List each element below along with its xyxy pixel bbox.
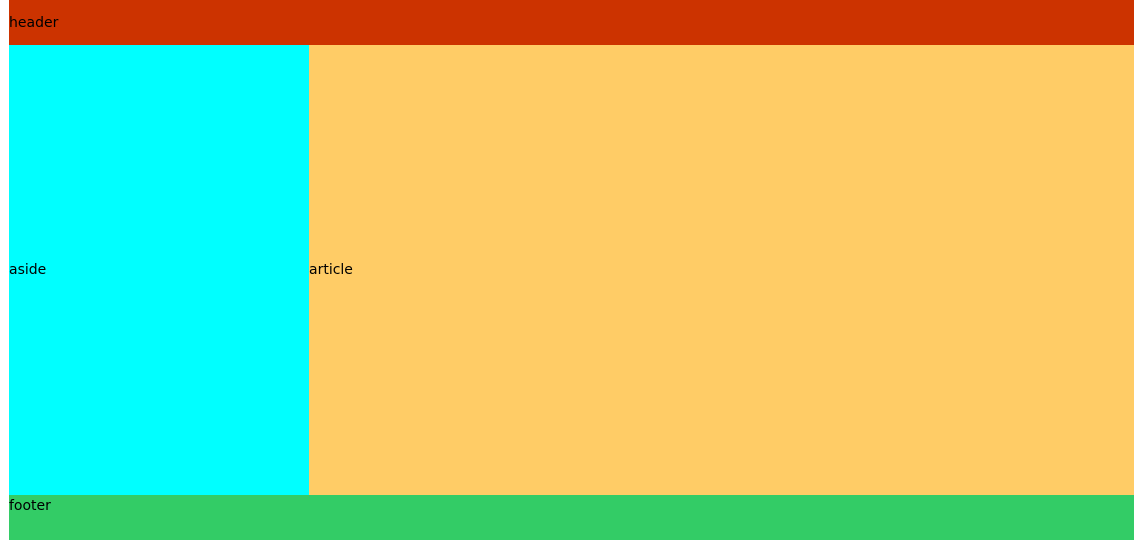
aside-label: aside bbox=[9, 262, 47, 278]
footer-label: footer bbox=[9, 498, 51, 514]
aside-region: aside bbox=[9, 45, 309, 495]
content-row: aside article bbox=[9, 45, 1134, 495]
page-layout: header aside article footer bbox=[9, 0, 1134, 540]
footer-region: footer bbox=[9, 495, 1134, 540]
article-region: article bbox=[309, 45, 1134, 495]
header-region: header bbox=[9, 0, 1134, 45]
header-label: header bbox=[9, 14, 59, 31]
article-label: article bbox=[309, 262, 353, 278]
